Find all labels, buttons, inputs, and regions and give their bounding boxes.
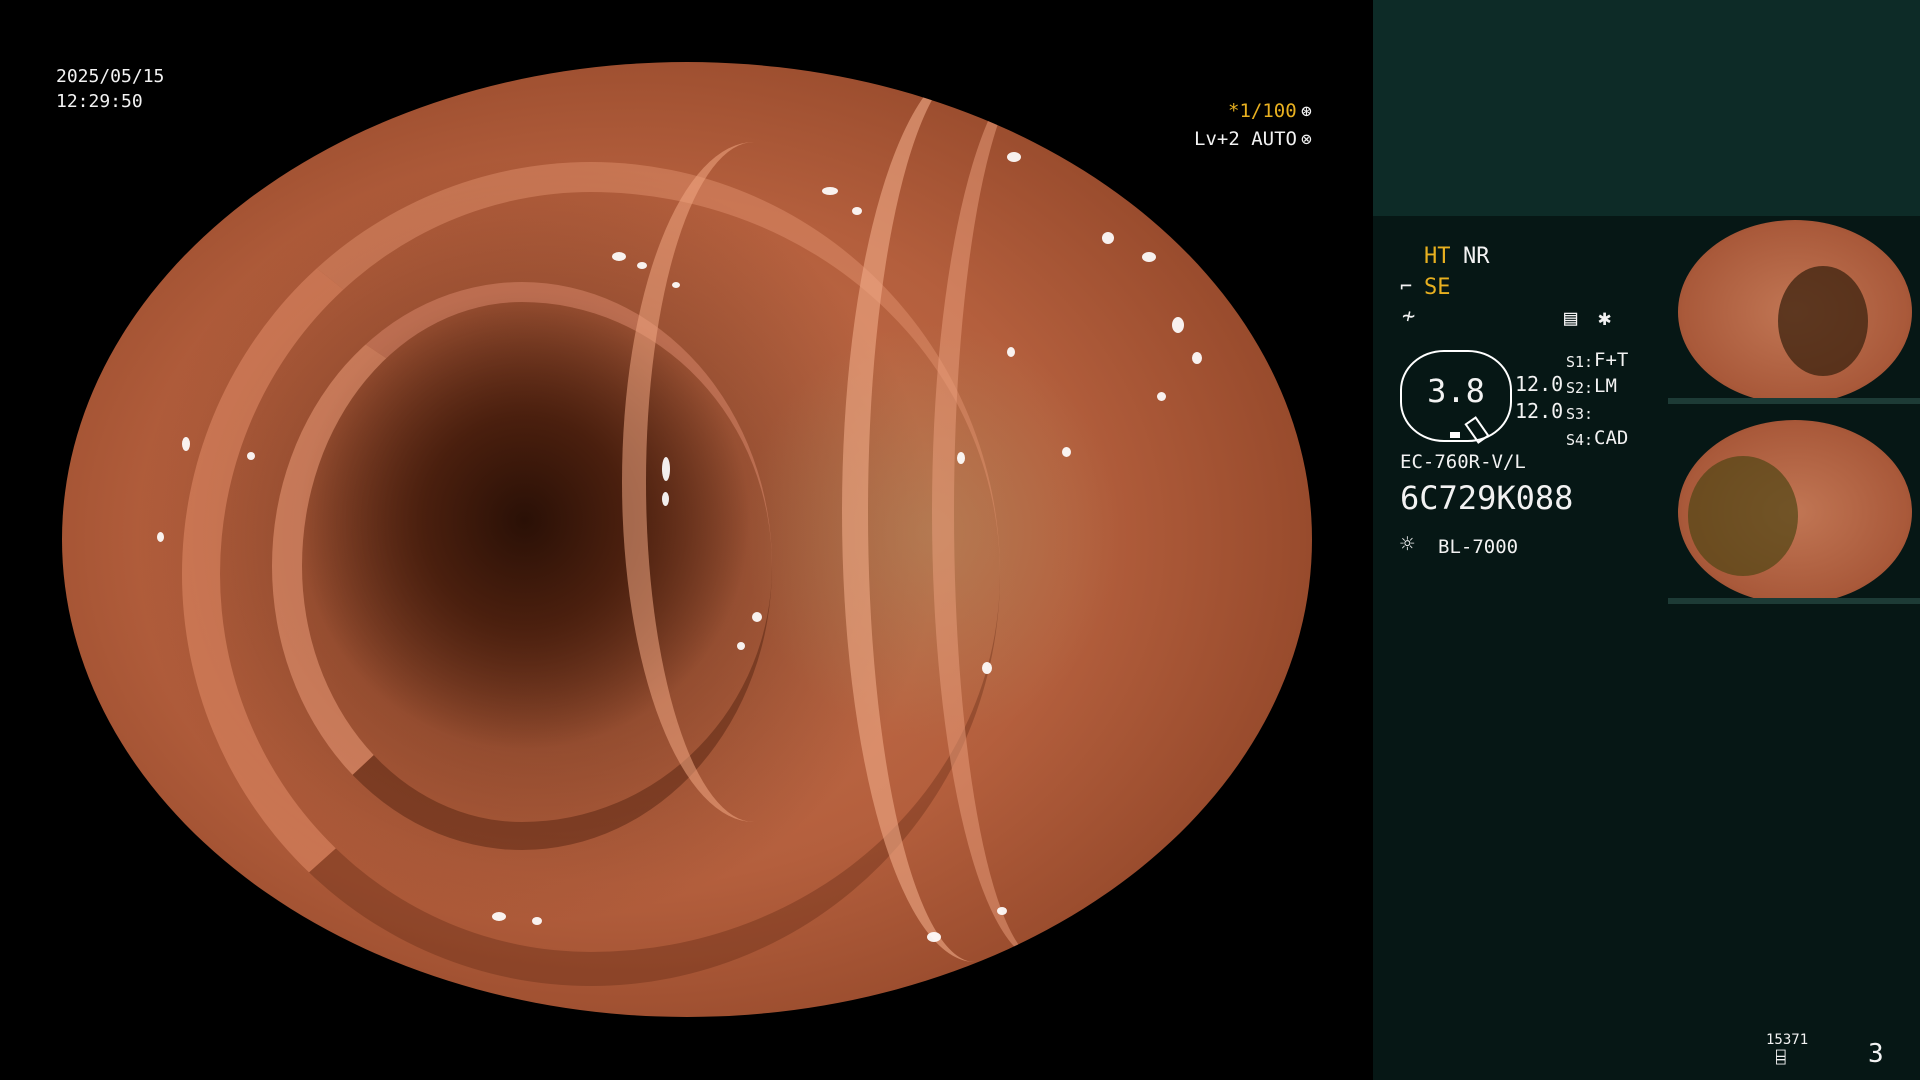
- specular-highlight: [1062, 447, 1071, 457]
- switch-value-s2: LM: [1594, 375, 1617, 397]
- nr-indicator: NR: [1463, 244, 1490, 269]
- specular-highlight: [1102, 937, 1112, 945]
- auto-iris-icon: ⊗: [1301, 129, 1312, 150]
- specular-highlight: [752, 612, 762, 622]
- specular-highlight: [662, 492, 669, 506]
- thumbnail-bar: [1668, 598, 1920, 604]
- se-indicator: SE: [1424, 275, 1451, 300]
- specular-highlight: [662, 457, 670, 481]
- specular-highlight: [1062, 947, 1074, 955]
- specular-highlight: [1102, 232, 1114, 244]
- specular-highlight: [637, 262, 647, 269]
- specular-highlight: [1157, 392, 1166, 401]
- brightness-level: Lv+2 AUTO: [1194, 128, 1297, 150]
- specular-highlight: [1172, 317, 1184, 333]
- switch-value-s1: F+T: [1594, 349, 1629, 371]
- specular-highlight: [182, 437, 190, 451]
- switch-key-s3: S3:: [1566, 405, 1594, 423]
- scope-value: 3.8: [1427, 372, 1485, 410]
- specular-highlight: [612, 252, 626, 261]
- captured-thumbnail-1[interactable]: [1668, 216, 1920, 404]
- cylinder-icon: ⌸: [1776, 1048, 1786, 1067]
- specular-highlight: [1142, 252, 1156, 262]
- thumbnail-lumen: [1778, 266, 1868, 376]
- aperture-icon: ⊛: [1301, 101, 1312, 122]
- scope-serial: 6C729K088: [1400, 479, 1574, 517]
- asterisk-icon: ✱: [1598, 306, 1612, 331]
- specular-highlight: [672, 282, 680, 288]
- specular-highlight: [927, 932, 941, 942]
- light-source: BL-7000: [1438, 536, 1519, 558]
- switch-value-s4: CAD: [1594, 427, 1629, 449]
- thumbnail-bar: [1668, 398, 1920, 404]
- specular-highlight: [997, 907, 1007, 915]
- thumbnail-lumen: [1688, 456, 1798, 576]
- ht-indicator: HT: [1424, 244, 1451, 269]
- specular-highlight: [322, 67, 336, 75]
- haustral-fold: [932, 62, 1154, 962]
- tilde-icon: ⌐: [1400, 274, 1413, 298]
- specular-highlight: [982, 662, 992, 674]
- panel-header: [1373, 0, 1920, 216]
- shutter-speed: *1/100: [1228, 100, 1297, 122]
- specular-highlight: [247, 452, 255, 460]
- specular-highlight: [492, 912, 506, 921]
- value-bottom: 12.0: [1515, 399, 1564, 423]
- specular-highlight: [1192, 352, 1202, 364]
- scope-model: EC-760R-V/L: [1400, 451, 1526, 473]
- switch-key-s1: S1:: [1566, 353, 1594, 371]
- edge-icon: ≁: [1402, 304, 1416, 329]
- specular-highlight: [1007, 152, 1021, 162]
- specular-highlight: [957, 452, 965, 464]
- exam-time: 12:29:50: [56, 91, 143, 112]
- endoscope-live-view: [62, 62, 1312, 1017]
- value-top: 12.0: [1515, 372, 1564, 396]
- document-icon: ▤: [1564, 306, 1578, 331]
- specular-highlight: [1007, 347, 1015, 357]
- scope-marker: [1450, 432, 1460, 438]
- captured-thumbnail-2[interactable]: [1668, 416, 1920, 604]
- image-counter-small: 15371: [1766, 1032, 1809, 1048]
- specular-highlight: [737, 642, 745, 650]
- exam-date: 2025/05/15: [56, 66, 165, 87]
- specular-highlight: [532, 917, 542, 925]
- image-counter: 3: [1868, 1039, 1884, 1069]
- specular-highlight: [822, 187, 838, 195]
- specular-highlight: [852, 207, 862, 215]
- switch-key-s4: S4:: [1566, 431, 1594, 449]
- switch-key-s2: S2:: [1566, 379, 1594, 397]
- sun-icon: ☼: [1400, 530, 1415, 558]
- specular-highlight: [352, 70, 362, 77]
- specular-highlight: [157, 532, 164, 542]
